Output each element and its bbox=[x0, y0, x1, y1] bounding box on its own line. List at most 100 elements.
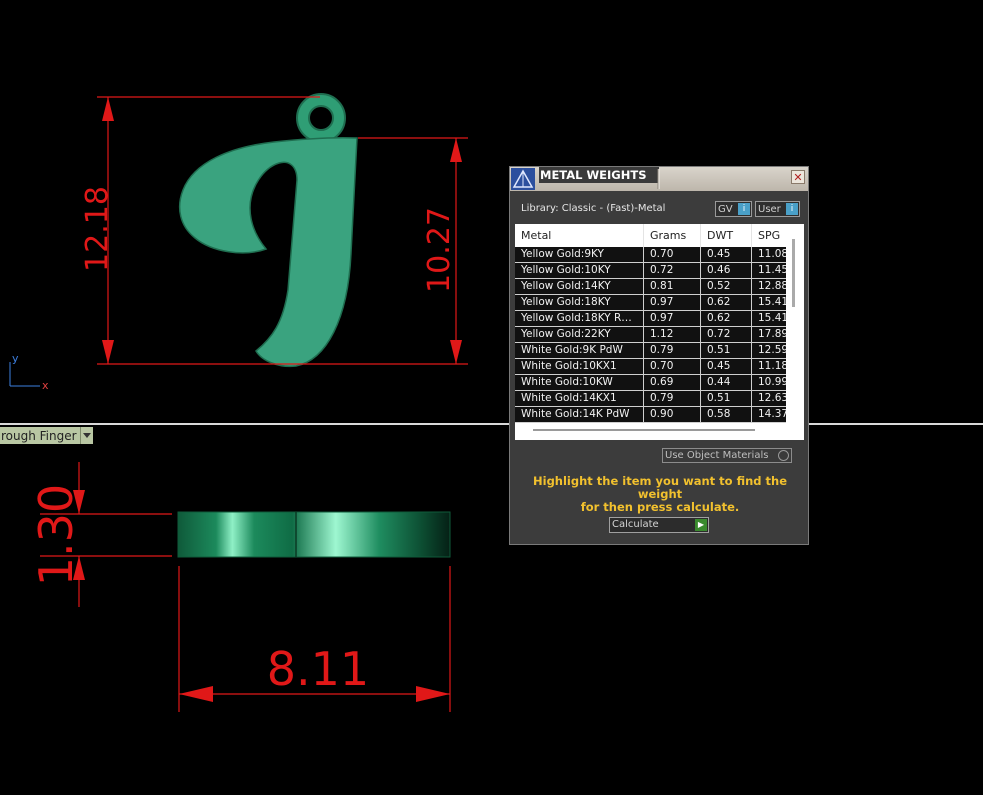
info-icon: i bbox=[738, 203, 750, 215]
calculate-button[interactable]: Calculate ▶ bbox=[609, 517, 709, 533]
user-button-label: User bbox=[758, 203, 781, 215]
panel-title-text: METAL WEIGHTS bbox=[540, 168, 647, 182]
instruction-line-1: Highlight the item you want to find the … bbox=[533, 474, 787, 501]
cell-dwt: 0.46 bbox=[701, 263, 752, 278]
cell-spg: 14.37 bbox=[758, 408, 786, 420]
view-dropdown[interactable]: rough Finger bbox=[0, 427, 93, 444]
model-drawing bbox=[9, 93, 468, 712]
panel-title: METAL WEIGHTS bbox=[539, 167, 659, 183]
calculate-label: Calculate bbox=[612, 519, 659, 530]
cell-metal: White Gold:14KX1 bbox=[515, 391, 644, 406]
table-row[interactable]: Yellow Gold:18KY 0.97 0.62 15.41 bbox=[515, 295, 786, 311]
cell-grams: 0.90 bbox=[644, 407, 701, 422]
vertical-scrollbar[interactable] bbox=[792, 239, 795, 307]
cell-metal: White Gold:9K PdW bbox=[515, 343, 644, 358]
cell-grams: 0.97 bbox=[644, 311, 701, 326]
cell-metal: Yellow Gold:9KY bbox=[515, 247, 644, 262]
use-object-materials-toggle[interactable]: Use Object Materials bbox=[662, 448, 792, 463]
cell-spg: 10.99 bbox=[758, 376, 786, 388]
cell-spg: 11.45 bbox=[758, 264, 786, 276]
dimension-height-label: 12.18 bbox=[80, 186, 115, 272]
view-dropdown-label: rough Finger bbox=[1, 428, 77, 443]
cell-metal: Yellow Gold:14KY bbox=[515, 279, 644, 294]
cell-dwt: 0.45 bbox=[701, 247, 752, 262]
table-row[interactable]: White Gold:10KW 0.69 0.44 10.99 bbox=[515, 375, 786, 391]
column-header-dwt[interactable]: DWT bbox=[701, 224, 752, 247]
table-row[interactable]: White Gold:14KX1 0.79 0.51 12.63 bbox=[515, 391, 786, 407]
cell-dwt: 0.45 bbox=[701, 359, 752, 374]
cell-spg: 15.41 bbox=[758, 296, 786, 308]
dimension-thickness-label: 1.30 bbox=[29, 483, 83, 587]
cell-dwt: 0.44 bbox=[701, 375, 752, 390]
cell-grams: 0.69 bbox=[644, 375, 701, 390]
table-row[interactable]: Yellow Gold:22KY 1.12 0.72 17.89 bbox=[515, 327, 786, 343]
viewport-divider[interactable] bbox=[0, 423, 983, 425]
dimension-lines-bottom bbox=[40, 462, 451, 712]
cell-spg: 17.89 bbox=[758, 328, 786, 340]
cell-grams: 1.12 bbox=[644, 327, 701, 342]
table-row[interactable]: White Gold:14K PdW 0.90 0.58 14.37 bbox=[515, 407, 786, 423]
dimension-letter-height-label: 10.27 bbox=[422, 207, 457, 293]
table-row[interactable]: Yellow Gold:9KY 0.70 0.45 11.08 bbox=[515, 247, 786, 263]
gv-button-label: GV bbox=[718, 203, 733, 215]
play-icon: ▶ bbox=[695, 519, 707, 531]
cell-dwt: 0.52 bbox=[701, 279, 752, 294]
table-row[interactable]: Yellow Gold:18KY R… 0.97 0.62 15.41 bbox=[515, 311, 786, 327]
horizontal-scrollbar[interactable] bbox=[533, 429, 755, 431]
cell-dwt: 0.51 bbox=[701, 391, 752, 406]
title-separator bbox=[657, 169, 660, 189]
cell-metal: Yellow Gold:18KY R… bbox=[515, 311, 644, 326]
cell-metal: White Gold:10KW bbox=[515, 375, 644, 390]
metal-weights-panel: METAL WEIGHTS ✕ Library: Classic - (Fast… bbox=[509, 166, 809, 545]
cell-metal: White Gold:10KX1 bbox=[515, 359, 644, 374]
table-header: Metal Grams DWT SPG bbox=[515, 224, 788, 247]
column-header-grams[interactable]: Grams bbox=[644, 224, 701, 247]
cad-viewport[interactable]: 12.18 10.27 1.30 8.11 y x bbox=[0, 0, 983, 795]
cell-metal: Yellow Gold:18KY bbox=[515, 295, 644, 310]
cell-grams: 0.79 bbox=[644, 343, 701, 358]
cell-dwt: 0.51 bbox=[701, 343, 752, 358]
close-icon: ✕ bbox=[793, 171, 803, 184]
cell-spg: 11.18 bbox=[758, 360, 786, 372]
cell-spg: 11.08 bbox=[758, 248, 786, 260]
cell-spg: 12.88 bbox=[758, 280, 786, 292]
cell-metal: Yellow Gold:10KY bbox=[515, 263, 644, 278]
dimension-width-label: 8.11 bbox=[266, 642, 370, 696]
gv-button[interactable]: GV i bbox=[715, 201, 752, 217]
cell-grams: 0.72 bbox=[644, 263, 701, 278]
cell-grams: 0.81 bbox=[644, 279, 701, 294]
user-button[interactable]: User i bbox=[755, 201, 800, 217]
metal-table[interactable]: Metal Grams DWT SPG Yellow Gold:9KY 0.70 0… bbox=[515, 224, 804, 440]
cell-grams: 0.70 bbox=[644, 247, 701, 262]
j-pendant-top[interactable] bbox=[179, 93, 358, 368]
axis-gizmo bbox=[9, 362, 40, 387]
cell-dwt: 0.72 bbox=[701, 327, 752, 342]
table-body: Yellow Gold:9KY 0.70 0.45 11.08 Yellow Gold:… bbox=[515, 247, 786, 423]
column-header-metal[interactable]: Metal bbox=[515, 224, 644, 247]
radio-icon bbox=[778, 450, 789, 461]
table-row[interactable]: White Gold:10KX1 0.70 0.45 11.18 bbox=[515, 359, 786, 375]
chevron-down-icon[interactable] bbox=[79, 427, 93, 444]
info-icon: i bbox=[786, 203, 798, 215]
axis-x-label: x bbox=[42, 379, 49, 392]
table-row[interactable]: Yellow Gold:10KY 0.72 0.46 11.45 bbox=[515, 263, 786, 279]
band-side-view[interactable] bbox=[177, 511, 451, 558]
cell-metal: Yellow Gold:22KY bbox=[515, 327, 644, 342]
cell-dwt: 0.62 bbox=[701, 295, 752, 310]
table-row[interactable]: Yellow Gold:14KY 0.81 0.52 12.88 bbox=[515, 279, 786, 295]
use-object-materials-label: Use Object Materials bbox=[665, 450, 769, 461]
cell-spg: 12.59 bbox=[758, 344, 786, 356]
cell-grams: 0.70 bbox=[644, 359, 701, 374]
axis-y-label: y bbox=[12, 352, 19, 365]
instruction-text: Highlight the item you want to find the … bbox=[520, 475, 800, 514]
library-label: Library: Classic - (Fast)-Metal bbox=[521, 203, 666, 214]
cell-metal: White Gold:14K PdW bbox=[515, 407, 644, 422]
cell-grams: 0.97 bbox=[644, 295, 701, 310]
column-header-spg[interactable]: SPG bbox=[752, 224, 786, 247]
instruction-line-2: for then press calculate. bbox=[580, 500, 740, 514]
cell-dwt: 0.58 bbox=[701, 407, 752, 422]
panel-titlebar[interactable]: METAL WEIGHTS ✕ bbox=[510, 167, 808, 191]
table-row[interactable]: White Gold:9K PdW 0.79 0.51 12.59 bbox=[515, 343, 786, 359]
cell-dwt: 0.62 bbox=[701, 311, 752, 326]
close-button[interactable]: ✕ bbox=[791, 170, 805, 184]
